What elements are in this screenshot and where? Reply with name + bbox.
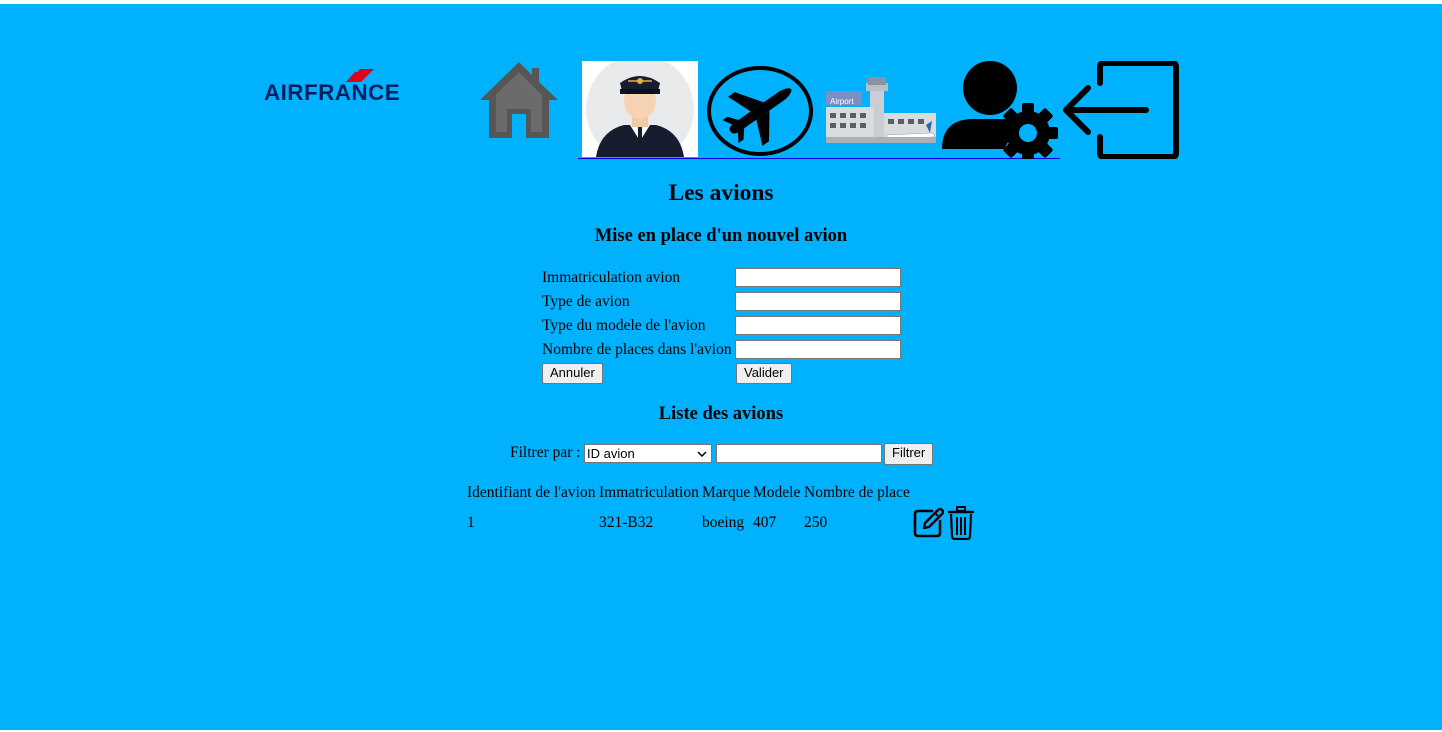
cell-seats: 250 [804,514,828,531]
col-header-model: Modele [753,484,801,501]
list-heading: Liste des avions [658,404,784,424]
nav-logout-link[interactable] [1060,60,1180,160]
cancel-button[interactable]: Annuler [542,363,603,384]
col-header-brand: Marque [702,484,751,501]
filter-input[interactable] [716,444,882,463]
trash-icon [947,506,975,541]
seats-input[interactable] [735,340,901,359]
filter-label: Filtrer par : [510,444,581,461]
field-label-seats: Nombre de places dans l'avion [542,341,732,358]
cell-id: 1 [467,514,475,531]
submit-button[interactable]: Valider [736,363,792,384]
field-label-registration: Immatriculation avion [542,269,681,286]
field-label-type: Type de avion [542,293,630,310]
col-header-registration: Immatriculation [599,484,699,501]
cell-registration: 321-B32 [599,514,654,531]
cell-model: 407 [753,514,777,531]
airfrance-logo-text: AIRFRANCE [264,80,401,105]
col-header-id: Identifiant de l'avion [467,484,596,501]
page-title: Les avions [668,180,774,206]
filter-button[interactable]: Filtrer [884,443,934,465]
field-label-model: Type du modele de l'avion [542,317,706,334]
airplane-icon [707,66,813,156]
home-icon [480,62,558,138]
filter-select-value: ID avion [587,446,635,461]
edit-icon [913,507,945,538]
nav-pilot-link[interactable] [578,55,700,163]
cell-brand: boeing [702,514,745,531]
airport-sign: Airport [830,97,854,106]
nav-user-settings-link[interactable] [940,61,1060,159]
registration-input[interactable] [735,268,901,287]
model-input[interactable] [735,316,901,335]
nav-home-link[interactable] [480,62,560,140]
form-heading: Mise en place d'un nouvel avion [594,226,848,246]
nav-plane-link[interactable] [700,61,820,159]
delete-button[interactable] [947,506,975,541]
logout-icon [1063,60,1179,160]
col-header-seats: Nombre de place [804,484,910,501]
page-background: AIRFRANCE Airport Les avions Mise en pla… [0,4,1442,730]
user-settings-icon [942,61,1058,159]
chevron-down-icon [697,451,707,457]
airfrance-logo: AIRFRANCE [264,66,458,106]
nav-airport-link[interactable]: Airport [820,61,940,159]
edit-button[interactable] [912,507,945,539]
airport-icon [826,77,936,143]
type-input[interactable] [735,292,901,311]
filter-select[interactable]: ID avion [584,444,712,463]
pilot-icon [582,55,698,163]
